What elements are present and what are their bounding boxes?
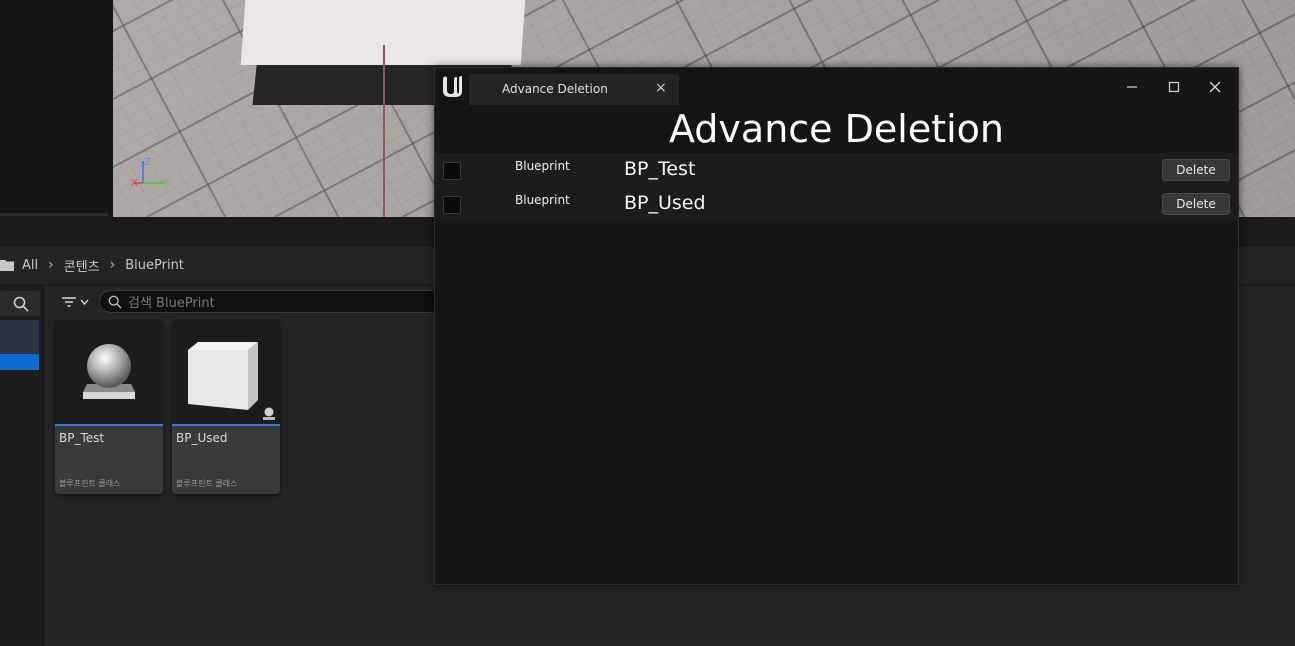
asset-row: Blueprint BP_Used Delete [435, 187, 1238, 221]
axis-y-label: Y [164, 179, 172, 190]
minimize-icon [1127, 86, 1137, 88]
search-icon [13, 296, 29, 312]
asset-type-label: 블루프린트 클래스 [59, 479, 121, 488]
filter-icon [61, 297, 76, 307]
axis-x-label: X [131, 178, 138, 189]
panel-divider [0, 213, 108, 216]
row-checkbox[interactable] [443, 196, 461, 214]
sources-folder-item[interactable] [0, 320, 39, 354]
maximize-button[interactable] [1160, 74, 1188, 100]
asset-name: BP_Test [59, 431, 105, 445]
maximize-icon [1168, 81, 1180, 93]
window-titlebar[interactable]: Advance Deletion × [435, 68, 1238, 106]
delete-button[interactable]: Delete [1162, 193, 1230, 215]
chevron-right-icon: › [48, 257, 54, 273]
axis-gizmo: Z X Y [131, 157, 172, 190]
asset-type-stripe [172, 424, 280, 426]
asset-type-label: 블루프린트 클래스 [176, 479, 238, 488]
breadcrumb-blueprint[interactable]: BluePrint [125, 258, 184, 273]
asset-name: BP_Used [176, 431, 228, 445]
delete-button[interactable]: Delete [1162, 159, 1230, 181]
asset-thumbnail [172, 320, 280, 424]
row-asset-type: Blueprint [515, 159, 570, 173]
search-input[interactable]: 검색 BluePrint [99, 290, 444, 313]
window-heading: Advance Deletion [668, 107, 1005, 151]
search-placeholder: 검색 BluePrint [128, 296, 215, 311]
advance-deletion-window: Advance Deletion × Advance Deletion Blue… [434, 67, 1239, 585]
asset-thumbnail [55, 320, 163, 424]
chevron-right-icon: › [109, 257, 116, 273]
breadcrumb: All › 콘텐츠 › BluePrint [0, 252, 194, 278]
close-icon[interactable]: × [655, 80, 667, 96]
breadcrumb-all[interactable]: All [22, 258, 38, 273]
search-icon [108, 295, 122, 309]
minimize-button[interactable] [1118, 74, 1146, 100]
sources-search-button[interactable] [0, 291, 40, 316]
asset-type-stripe [55, 424, 163, 426]
tab-advance-deletion[interactable]: Advance Deletion × [469, 74, 679, 105]
close-icon [1209, 81, 1221, 93]
row-checkbox[interactable] [443, 162, 461, 180]
folder-icon[interactable] [0, 259, 14, 271]
asset-tile-bp-used[interactable]: BP_Used 블루프린트 클래스 [172, 320, 280, 494]
sphere-icon [83, 344, 135, 399]
x-axis-line [383, 45, 385, 217]
sources-folder-selected[interactable] [0, 354, 39, 370]
row-asset-name: BP_Used [624, 192, 706, 214]
row-asset-type: Blueprint [515, 193, 570, 207]
row-asset-name: BP_Test [624, 158, 696, 180]
outliner-panel [0, 0, 113, 217]
chevron-down-icon [79, 299, 89, 305]
asset-status-icon [263, 407, 275, 420]
breadcrumb-content[interactable]: 콘텐츠 [64, 256, 100, 275]
tab-label: Advance Deletion [502, 82, 608, 96]
filter-button[interactable] [56, 291, 94, 313]
close-window-button[interactable] [1201, 74, 1229, 100]
unreal-logo-icon [443, 76, 462, 97]
axis-z-label: Z [144, 157, 151, 168]
asset-row: Blueprint BP_Test Delete [435, 153, 1238, 187]
asset-tile-bp-test[interactable]: BP_Test 블루프린트 클래스 [55, 320, 163, 494]
